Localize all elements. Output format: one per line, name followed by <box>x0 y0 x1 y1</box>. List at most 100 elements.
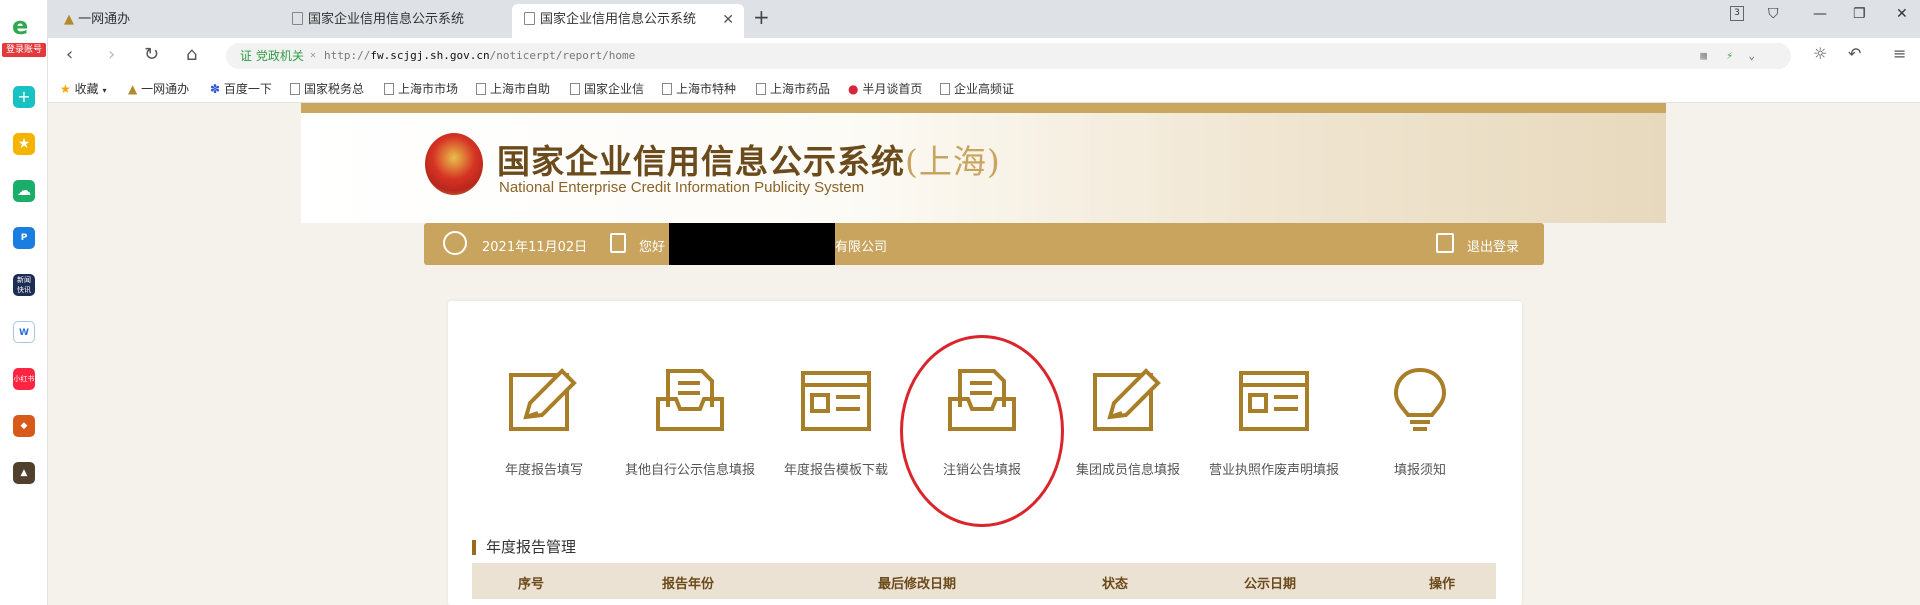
tab-yiwangtongban[interactable]: ▲ 一网通办 <box>52 4 280 38</box>
reload-icon[interactable]: ↻ <box>144 44 159 65</box>
home-icon[interactable]: ⌂ <box>186 44 197 65</box>
site-title: 国家企业信用信息公示系统(上海) <box>497 135 1001 183</box>
function-label: 其他自行公示信息填报 <box>624 463 755 478</box>
lightbulb-icon <box>1393 367 1447 431</box>
site-subtitle: National Enterprise Credit Information P… <box>499 179 865 196</box>
bookmark-item[interactable]: ✽ 百度一下 <box>210 80 272 97</box>
tab-gsxt-1[interactable]: 国家企业信用信息公示系统 <box>280 4 508 38</box>
redacted-company-name <box>669 223 835 265</box>
game2-app-icon[interactable]: ▲ <box>13 462 35 484</box>
new-tab-icon[interactable]: + <box>753 5 770 29</box>
bookmark-item[interactable]: 上海市药品 <box>756 80 830 97</box>
column-header: 最后修改日期 <box>878 577 957 592</box>
tab-gsxt-2[interactable]: 国家企业信用信息公示系统 ✕ <box>512 4 744 38</box>
cloud-app-icon[interactable]: ☁ <box>13 180 35 202</box>
back-icon[interactable]: ‹ <box>66 44 73 65</box>
browser-logo-icon[interactable]: e <box>12 14 28 38</box>
banner-top-stripe <box>301 103 1666 113</box>
undo-icon[interactable]: ↶ <box>1848 44 1861 63</box>
logout-icon[interactable] <box>1436 233 1454 253</box>
logout-link[interactable]: 退出登录 <box>1467 236 1519 255</box>
gov-cert-badge[interactable]: 证 党政机关 <box>240 43 304 69</box>
bookmark-label: 企业高频证 <box>954 82 1015 96</box>
bookmark-item[interactable]: 上海市市场 <box>384 80 458 97</box>
qr-icon[interactable]: ▦ <box>1700 43 1707 69</box>
plus-app-icon[interactable]: + <box>13 86 35 108</box>
bookmark-label: 国家企业信 <box>584 82 645 96</box>
annual-report-fill-button[interactable]: 年度报告填写 <box>471 367 617 478</box>
star-app-icon[interactable]: ★ <box>13 133 35 155</box>
report-table-header: 序号 报告年份 最后修改日期 状态 公示日期 操作 <box>472 563 1496 599</box>
function-label: 集团成员信息填报 <box>1075 463 1180 478</box>
other-disclosure-button[interactable]: 其他自行公示信息填报 <box>617 367 763 478</box>
edit-icon <box>1093 368 1161 431</box>
page-icon <box>290 83 300 95</box>
bookmark-label: 上海市自助 <box>490 82 551 96</box>
page-icon <box>524 12 535 25</box>
close-window-icon[interactable]: ✕ <box>1896 6 1908 22</box>
bookmark-label: 上海市药品 <box>770 82 831 96</box>
function-label: 年度报告模板下载 <box>783 463 888 478</box>
template-icon <box>801 371 871 431</box>
filing-notice-button[interactable]: 填报须知 <box>1347 367 1493 478</box>
section-title: 年度报告管理 <box>472 540 576 555</box>
bookmark-label: 上海市市场 <box>398 82 459 96</box>
minimize-icon[interactable]: — <box>1813 6 1827 22</box>
bookmark-label: 收藏 <box>74 82 99 96</box>
lightning-icon[interactable]: ⚡ <box>1726 43 1733 69</box>
game-app-icon[interactable]: ◆ <box>13 415 35 437</box>
greeting: 您好 <box>639 240 666 255</box>
column-header: 报告年份 <box>662 577 715 592</box>
bookmark-label: 上海市特种 <box>676 82 737 96</box>
close-tab-icon[interactable]: ✕ <box>722 4 734 36</box>
license-void-button[interactable]: 营业执照作废声明填报 <box>1201 367 1347 478</box>
bookmark-favorites[interactable]: ★ 收藏 ▾ <box>60 80 106 97</box>
user-info-bar: 2021年11月02日 您好 有限公司 退出登录 <box>424 223 1544 265</box>
page-content: 国家企业信用信息公示系统(上海) National Enterprise Cre… <box>48 103 1920 605</box>
shirt-icon[interactable]: ⛉ <box>1768 6 1779 22</box>
page-count-badge[interactable]: 3 <box>1730 6 1744 21</box>
url-prefix: http:// <box>324 49 371 62</box>
page-icon <box>662 83 672 95</box>
bookmarks-bar: ★ 收藏 ▾ ▲ 一网通办 ✽ 百度一下 国家税务总 上海市市场 上海市自助 国… <box>48 73 1920 103</box>
national-emblem-icon <box>425 133 483 195</box>
address-bar[interactable]: 证 党政机关 ✕ http://fw.scjgj.sh.gov.cn/notic… <box>226 43 1791 69</box>
column-header: 公示日期 <box>1244 577 1297 592</box>
url-text[interactable]: http://fw.scjgj.sh.gov.cn/noticerpt/repo… <box>324 43 635 69</box>
function-label: 营业执照作废声明填报 <box>1208 463 1339 478</box>
tab-label: 一网通办 <box>78 12 131 27</box>
chevron-down-icon[interactable]: ⌄ <box>1748 43 1755 69</box>
news-app-icon[interactable]: 新闻 快讯 <box>13 274 35 296</box>
tab-bar: ▲ 一网通办 国家企业信用信息公示系统 国家企业信用信息公示系统 ✕ + 3 ⛉… <box>48 0 1920 38</box>
function-panel: 年度报告填写 其他自行公示信息填报 年度报告模板下载 注销公告填报 集团成员信息… <box>448 301 1522 605</box>
site-title-text: 国家企业信用信息公示系统 <box>497 142 905 181</box>
forward-icon[interactable]: › <box>108 44 115 65</box>
brightness-icon[interactable]: ☼ <box>1813 44 1827 63</box>
xiaohongshu-app-icon[interactable]: 小红书 <box>13 368 35 390</box>
restore-icon[interactable]: ❐ <box>1853 6 1866 22</box>
bookmark-item[interactable]: 上海市特种 <box>662 80 736 97</box>
browser-sidebar: e 登录账号 + ★ ☁ P 新闻 快讯 W 小红书 ◆ ▲ <box>0 0 48 605</box>
bookmark-label: 百度一下 <box>223 82 272 96</box>
word-app-icon[interactable]: W <box>13 321 35 343</box>
bookmark-item[interactable]: 国家税务总 <box>290 80 364 97</box>
p-app-icon[interactable]: P <box>13 227 35 249</box>
security-warning-icon[interactable]: ✕ <box>310 43 316 69</box>
bookmark-item[interactable]: 企业高频证 <box>940 80 1014 97</box>
group-member-button[interactable]: 集团成员信息填报 <box>1055 367 1201 478</box>
menu-icon[interactable]: ≡ <box>1893 44 1906 63</box>
bookmark-item[interactable]: ▲ 一网通办 <box>128 80 189 97</box>
template-download-button[interactable]: 年度报告模板下载 <box>763 367 909 478</box>
bookmark-item[interactable]: ● 半月谈首页 <box>848 80 922 97</box>
browser-toolbar: ‹ › ↻ ⌂ 证 党政机关 ✕ http://fw.scjgj.sh.gov.… <box>48 38 1920 73</box>
bookmark-item[interactable]: 国家企业信 <box>570 80 644 97</box>
login-badge[interactable]: 登录账号 <box>2 43 46 57</box>
bookmark-label: 一网通办 <box>141 82 190 96</box>
edit-icon <box>509 368 577 431</box>
column-header: 序号 <box>518 577 545 592</box>
banyuetan-logo-icon: ● <box>848 82 859 96</box>
bookmark-item[interactable]: 上海市自助 <box>476 80 550 97</box>
cancellation-notice-button[interactable]: 注销公告填报 <box>909 367 1055 478</box>
mountain-icon: ▲ <box>64 12 74 27</box>
column-header: 状态 <box>1102 577 1129 592</box>
